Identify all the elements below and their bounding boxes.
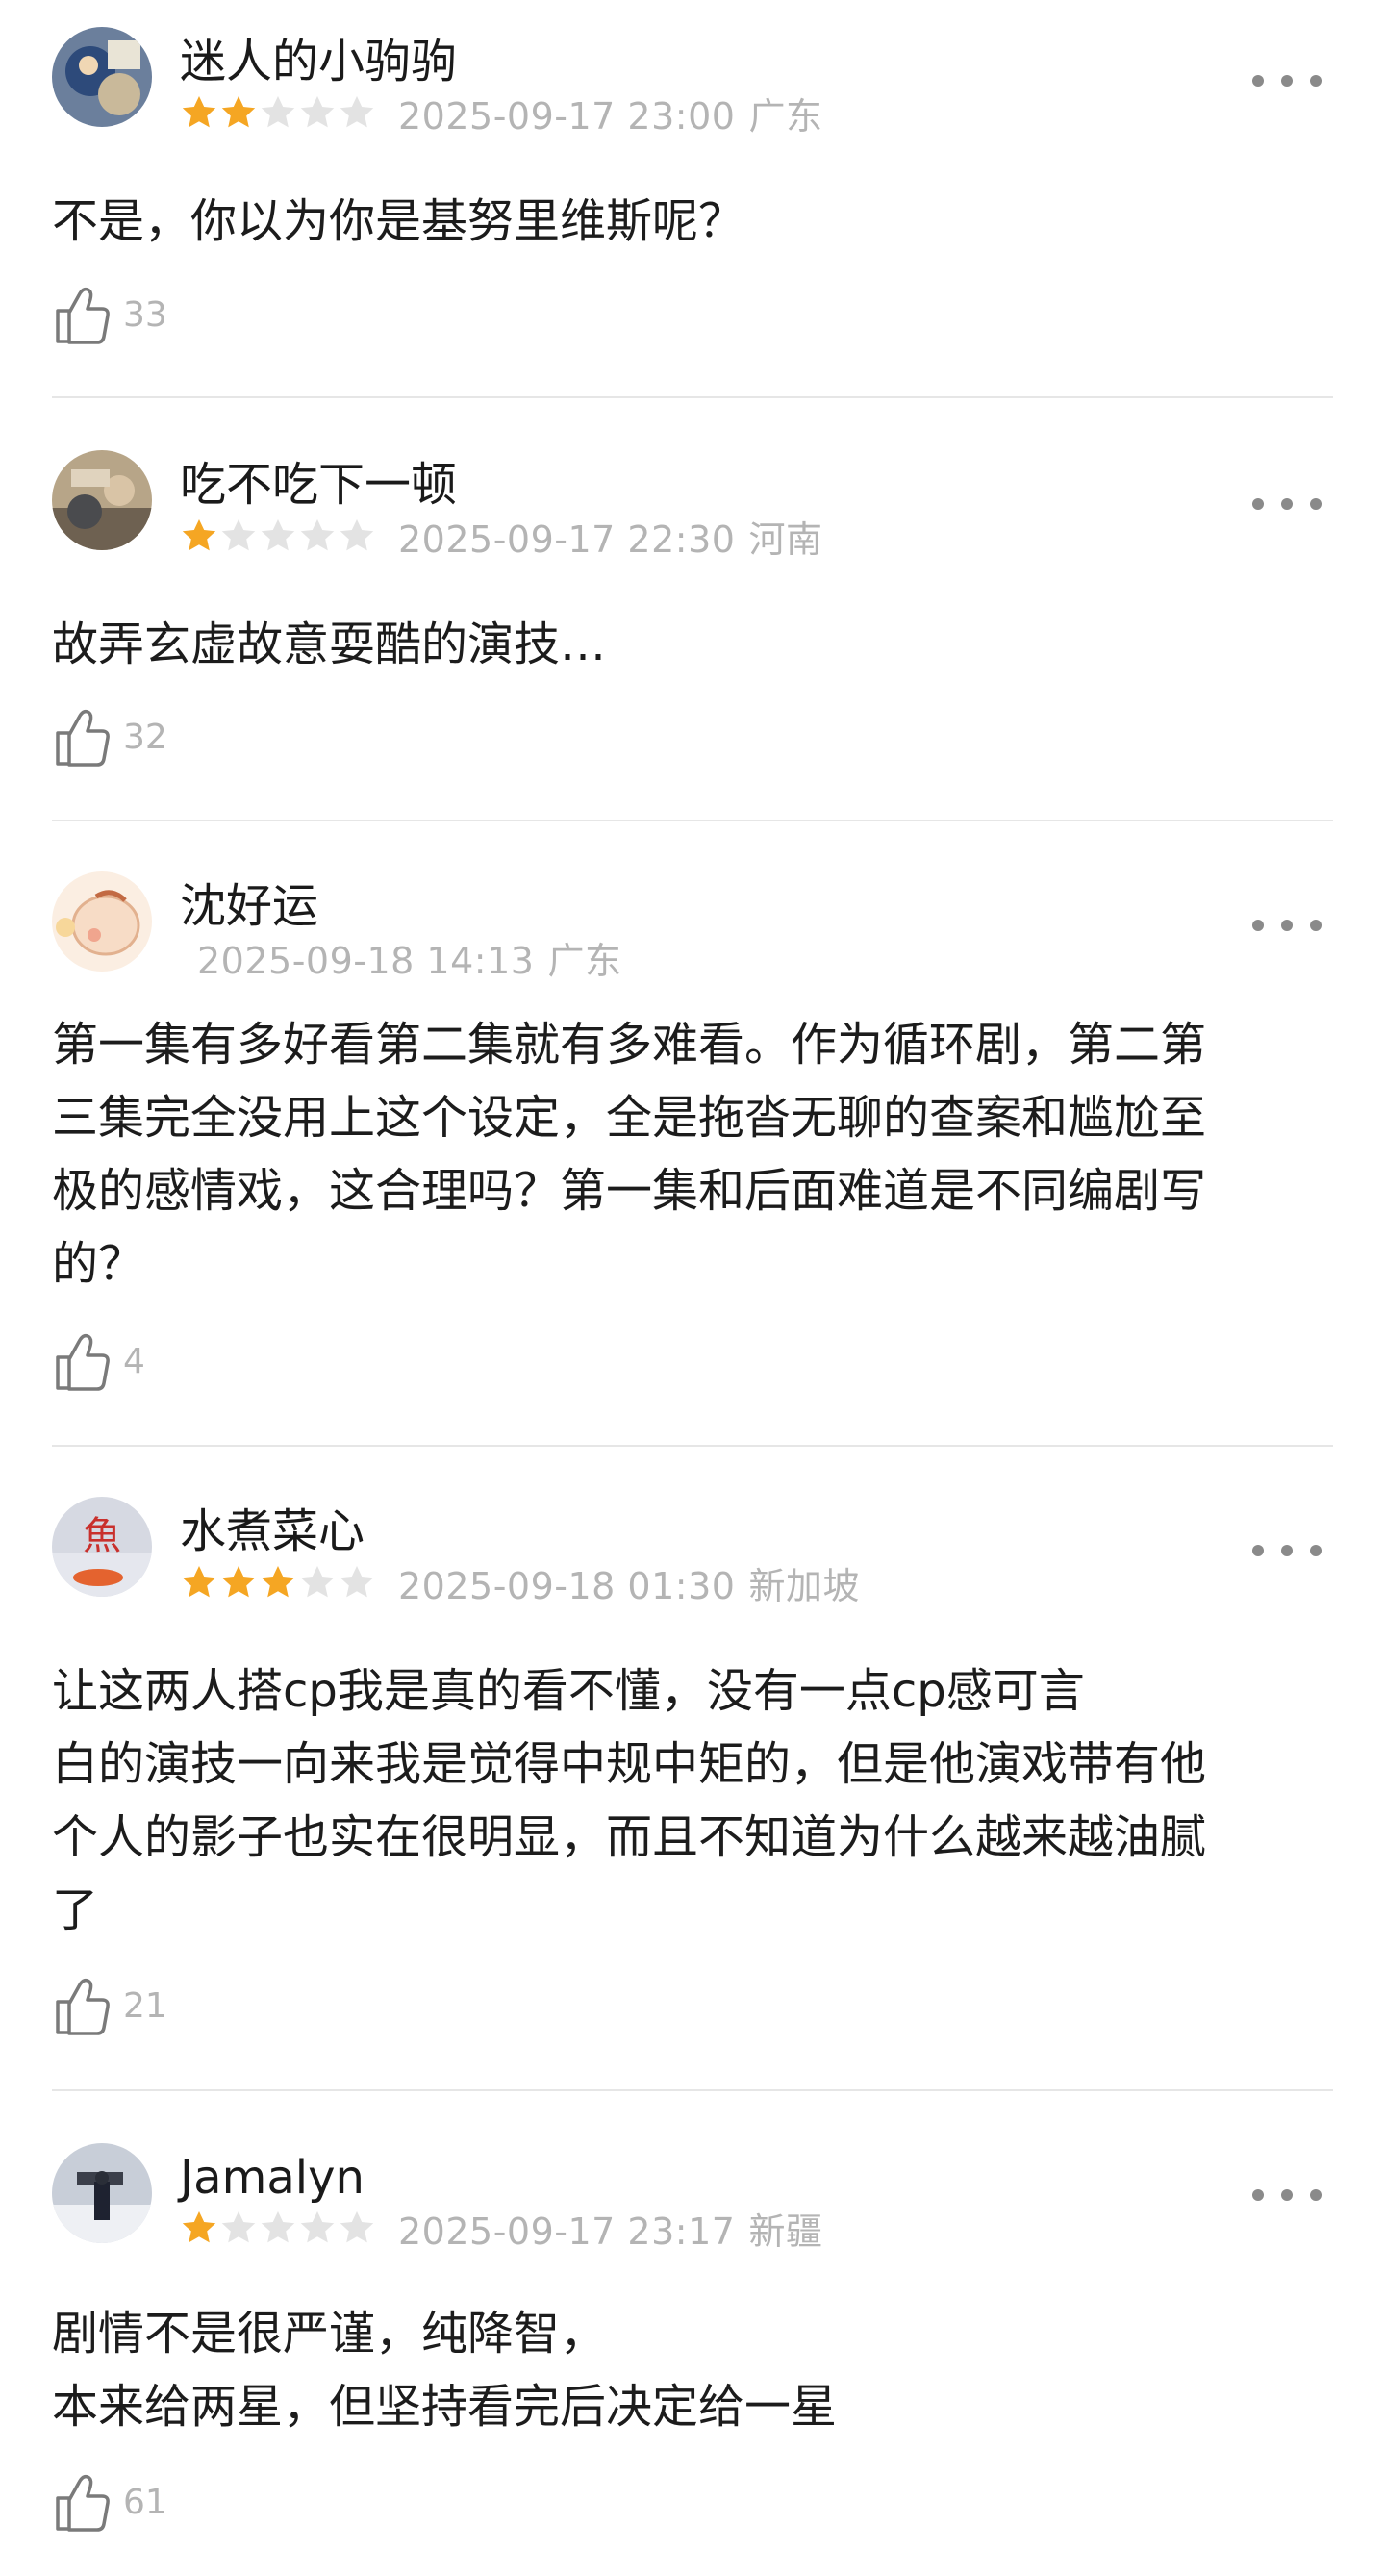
divider: [52, 820, 1333, 821]
review-text-line: 剧情不是很严谨，纯降智，: [52, 2307, 607, 2361]
like-count: 61: [123, 2482, 167, 2522]
review-location: 新疆: [748, 2210, 823, 2253]
star-icon: [340, 96, 374, 128]
star-icon: [300, 1566, 335, 1598]
like-button[interactable]: 61: [52, 2470, 167, 2534]
star-icon: [261, 519, 295, 551]
star-icon: [221, 2211, 256, 2243]
more-options-button[interactable]: [1252, 906, 1322, 945]
review-content: 让这两人搭cp我是真的看不懂，没有一点cp感可言白的演技一向来我是觉得中规中矩的…: [52, 1654, 1331, 1947]
star-icon: [300, 519, 335, 551]
star-icon: [182, 96, 216, 128]
star-icon: [261, 1566, 295, 1598]
svg-text:魚: 魚: [83, 1514, 121, 1558]
star-icon: [340, 2211, 374, 2243]
review-text-line: 让这两人搭cp我是真的看不懂，没有一点cp感可言: [52, 1664, 1085, 1718]
more-options-button[interactable]: [1252, 62, 1322, 100]
avatar[interactable]: [52, 450, 152, 550]
review-location: 新加坡: [748, 1564, 860, 1607]
review-text-line: 故弄玄虚故意耍酷的演技…: [52, 618, 607, 671]
divider: [52, 2089, 1333, 2091]
review-location: 广东: [547, 939, 622, 982]
star-icon: [221, 96, 256, 128]
review-text-line: 白的演技一向来我是觉得中规中矩的，但是他演戏带有他: [52, 1737, 1207, 1791]
review-date: 2025-09-17 22:30: [398, 518, 736, 561]
divider: [52, 1445, 1333, 1447]
thumbs-up-icon: [56, 1333, 110, 1391]
star-icon: [340, 1566, 374, 1598]
username[interactable]: 吃不吃下一顿: [180, 458, 457, 512]
star-rating: [180, 2209, 377, 2247]
more-horizontal-icon: [1252, 1545, 1264, 1556]
star-icon: [221, 1566, 256, 1598]
more-options-button[interactable]: [1252, 1531, 1322, 1570]
review-text-line: 的？: [52, 1237, 145, 1291]
review-meta: 2025-09-17 23:17 新疆: [180, 2207, 822, 2253]
divider: [52, 396, 1333, 398]
star-icon: [182, 519, 216, 551]
thumbs-up-icon: [56, 287, 110, 344]
star-icon: [261, 96, 295, 128]
avatar[interactable]: [52, 2143, 152, 2243]
like-button[interactable]: 32: [52, 705, 167, 769]
thumbs-up-icon: [56, 709, 110, 767]
more-horizontal-icon: [1252, 498, 1264, 510]
more-horizontal-icon: [1252, 2189, 1264, 2201]
username[interactable]: 迷人的小驹驹: [180, 35, 457, 88]
star-icon: [221, 519, 256, 551]
more-options-button[interactable]: [1252, 2176, 1322, 2214]
review-text-line: 三集完全没用上这个设定，全是拖沓无聊的查案和尴尬至: [52, 1091, 1207, 1145]
review-text-line: 本来给两星，但坚持看完后决定给一星: [52, 2380, 838, 2434]
star-rating: [180, 517, 377, 555]
star-icon: [300, 2211, 335, 2243]
review-content: 故弄玄虚故意耍酷的演技…: [52, 608, 1331, 681]
like-button[interactable]: 4: [52, 1329, 145, 1393]
review-text-line: 了: [52, 1883, 99, 1937]
like-count: 4: [123, 1341, 145, 1381]
username[interactable]: 水煮菜心: [180, 1504, 365, 1558]
review-text-line: 极的感情戏，这合理吗？第一集和后面难道是不同编剧写: [52, 1164, 1207, 1218]
star-icon: [182, 1566, 216, 1598]
review-date: 2025-09-18 01:30: [398, 1564, 736, 1607]
more-horizontal-icon: [1252, 920, 1264, 931]
thumbs-up-icon: [56, 1978, 110, 2035]
review-content: 第一集有多好看第二集就有多难看。作为循环剧，第二第 三集完全没用上这个设定，全是拖…: [52, 1008, 1331, 1301]
review-location: 河南: [748, 518, 823, 561]
review-location: 广东: [748, 94, 823, 138]
more-options-button[interactable]: [1252, 485, 1322, 523]
review-date: 2025-09-17 23:17: [398, 2210, 736, 2253]
avatar[interactable]: 魚: [52, 1497, 152, 1597]
review-meta: 2025-09-17 22:30 河南: [180, 515, 822, 561]
review-text-line: 不是，你以为你是基努里维斯呢？: [52, 194, 745, 248]
avatar[interactable]: [52, 871, 152, 972]
review-content: 剧情不是很严谨，纯降智， 本来给两星，但坚持看完后决定给一星: [52, 2297, 1331, 2443]
review-meta: 2025-09-17 23:00 广东: [180, 91, 822, 138]
star-rating: [180, 93, 377, 132]
star-icon: [300, 96, 335, 128]
review-date: 2025-09-17 23:00: [398, 94, 736, 138]
star-rating: [180, 1563, 377, 1602]
more-horizontal-icon: [1252, 75, 1264, 87]
username[interactable]: 沈好运: [180, 879, 318, 933]
review-text-line: 第一集有多好看第二集就有多难看。作为循环剧，第二第: [52, 1018, 1207, 1072]
star-icon: [261, 2211, 295, 2243]
username[interactable]: Jamalyn: [180, 2151, 365, 2205]
like-count: 32: [123, 717, 167, 757]
review-meta: 2025-09-18 01:30 新加坡: [180, 1561, 860, 1607]
thumbs-up-icon: [56, 2474, 110, 2532]
like-count: 21: [123, 1985, 167, 2026]
star-icon: [340, 519, 374, 551]
review-meta: 2025-09-18 14:13 广东: [197, 936, 621, 982]
like-count: 33: [123, 294, 167, 335]
star-icon: [182, 2211, 216, 2243]
review-date: 2025-09-18 14:13: [197, 939, 535, 982]
like-button[interactable]: 33: [52, 283, 167, 346]
avatar[interactable]: [52, 27, 152, 127]
like-button[interactable]: 21: [52, 1974, 167, 2037]
review-content: 不是，你以为你是基努里维斯呢？: [52, 185, 1331, 258]
review-text-line: 个人的影子也实在很明显，而且不知道为什么越来越油腻: [52, 1810, 1207, 1864]
